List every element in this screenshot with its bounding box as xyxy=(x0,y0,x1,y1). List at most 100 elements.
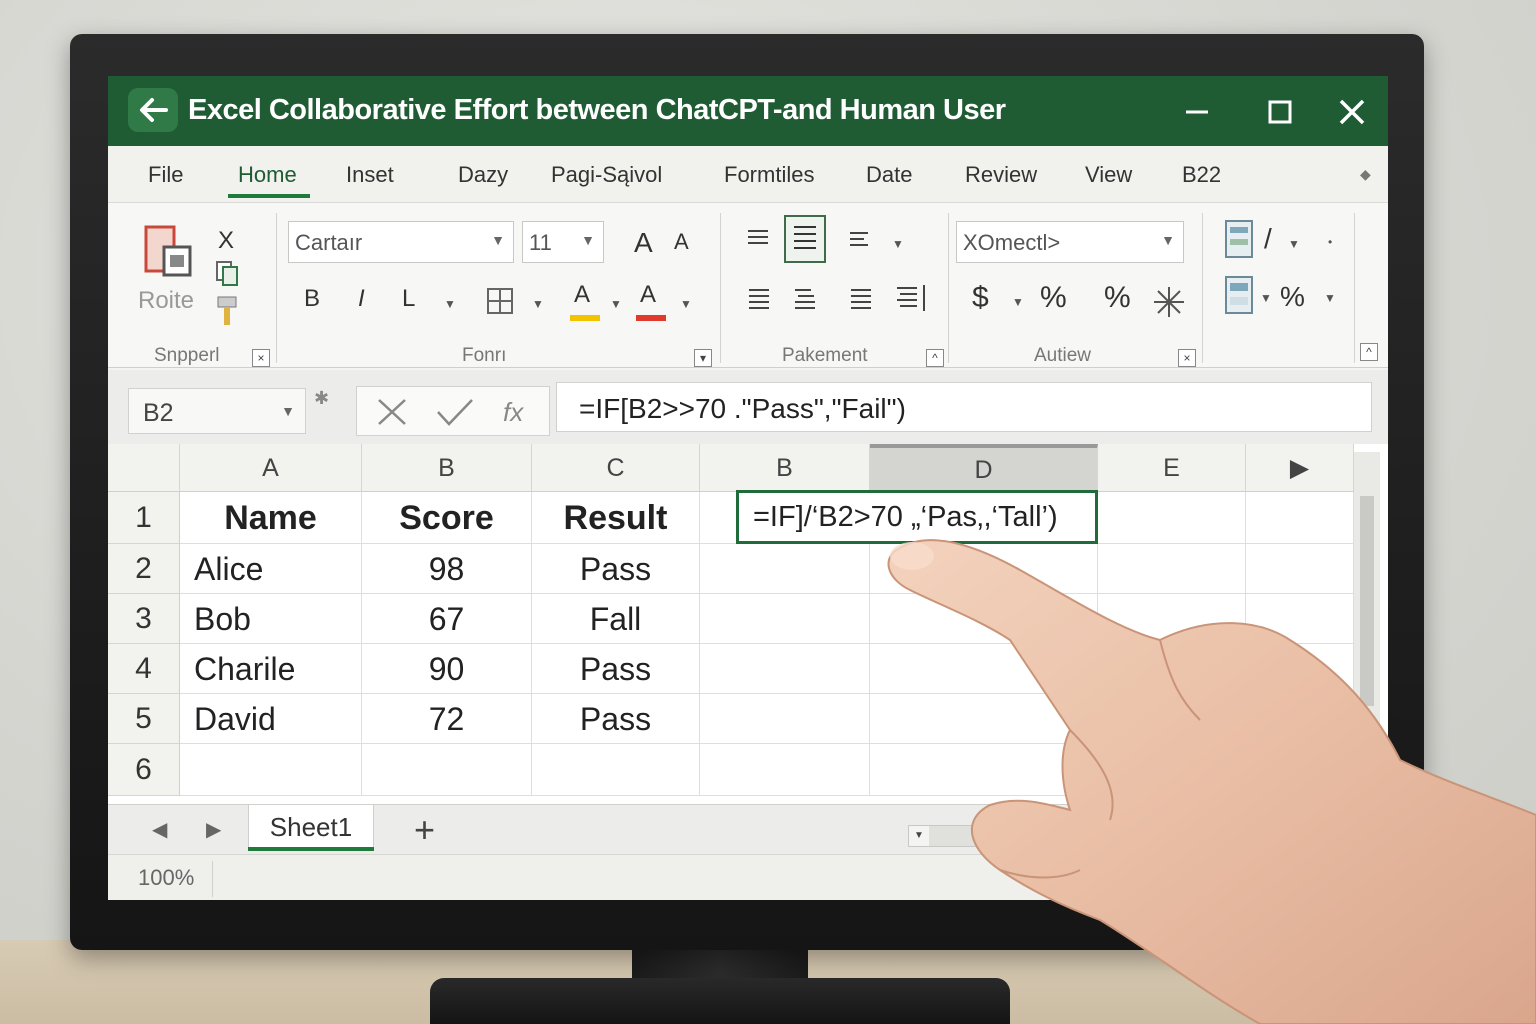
comma-style-button[interactable]: % xyxy=(1104,281,1131,315)
format-painter-icon[interactable] xyxy=(212,295,242,334)
row-header-3[interactable]: 3 xyxy=(108,594,180,644)
paste-icon[interactable] xyxy=(142,221,198,284)
table-cell-result[interactable]: Pass xyxy=(532,644,700,694)
header-cell-score[interactable]: Score xyxy=(362,492,532,544)
chevron-down-icon[interactable]: ▼ xyxy=(532,297,544,311)
table-cell-score[interactable]: 67 xyxy=(362,594,532,644)
select-all-corner[interactable] xyxy=(108,444,180,492)
vertical-scrollbar[interactable] xyxy=(1354,452,1380,792)
font-size-select[interactable]: 11 ▼ xyxy=(522,221,604,263)
sheet-tab-sheet1[interactable]: Sheet1 xyxy=(248,805,374,851)
font-name-select[interactable]: Cartaır ▼ xyxy=(288,221,514,263)
insert-function-icon[interactable]: fx xyxy=(503,397,523,428)
table-cell[interactable] xyxy=(870,744,1098,796)
tab-home[interactable]: Home xyxy=(238,162,297,188)
grow-font-button[interactable]: A xyxy=(634,227,653,259)
table-cell[interactable] xyxy=(1098,492,1246,544)
chevron-down-icon[interactable]: ▼ xyxy=(1260,291,1272,305)
cut-icon[interactable]: X xyxy=(218,227,234,255)
column-header-e[interactable]: E xyxy=(1098,444,1246,492)
back-arrow-icon[interactable] xyxy=(128,88,178,132)
collapse-ribbon-icon[interactable]: ^ xyxy=(1360,343,1378,361)
percent-style-button[interactable]: % xyxy=(1040,281,1067,315)
chevron-down-icon[interactable]: ▼ xyxy=(892,237,904,251)
table-cell[interactable] xyxy=(1098,694,1246,744)
table-cell-name[interactable]: Alice xyxy=(180,544,362,594)
maximize-icon[interactable] xyxy=(1260,92,1300,132)
copy-icon[interactable] xyxy=(214,259,240,292)
underline-button[interactable]: L xyxy=(402,285,415,313)
cell-styles-icon[interactable] xyxy=(1224,275,1254,320)
table-cell[interactable] xyxy=(870,594,1098,644)
tab-insert[interactable]: Inset xyxy=(346,162,394,188)
shrink-font-button[interactable]: A xyxy=(674,229,689,255)
chevron-down-icon[interactable]: ▼ xyxy=(610,297,622,311)
align-center-icon[interactable] xyxy=(792,285,818,316)
tab-b22[interactable]: B22 xyxy=(1182,162,1221,188)
add-sheet-button[interactable]: + xyxy=(414,809,435,851)
table-cell-result[interactable]: Pass xyxy=(532,544,700,594)
number-dialog-launcher-icon[interactable]: × xyxy=(1178,349,1196,367)
row-header-6[interactable]: 6 xyxy=(108,744,180,796)
orientation-icon[interactable] xyxy=(848,229,872,254)
align-middle-icon[interactable] xyxy=(784,215,826,263)
cells-percent-button[interactable]: % xyxy=(1280,281,1305,313)
tab-review[interactable]: Review xyxy=(965,162,1037,188)
align-right-icon[interactable] xyxy=(848,285,874,316)
italic-button[interactable]: I xyxy=(358,285,365,313)
prev-sheet-icon[interactable]: ◀ xyxy=(152,817,167,842)
alignment-dialog-launcher-icon[interactable]: ^ xyxy=(926,349,944,367)
row-header-1[interactable]: 1 xyxy=(108,492,180,544)
table-cell[interactable] xyxy=(180,744,362,796)
scroll-left-icon[interactable]: ▼ xyxy=(909,826,929,846)
header-cell-result[interactable]: Result xyxy=(532,492,700,544)
zoom-level[interactable]: 100% xyxy=(138,865,194,891)
column-header-b[interactable]: B xyxy=(362,444,532,492)
table-cell[interactable] xyxy=(532,744,700,796)
scrollbar-thumb[interactable] xyxy=(1360,496,1374,706)
table-cell[interactable] xyxy=(362,744,532,796)
close-icon[interactable] xyxy=(1332,92,1372,132)
table-cell[interactable] xyxy=(1098,744,1246,796)
tab-formulas[interactable]: Formtiles xyxy=(724,162,814,188)
table-cell-score[interactable]: 90 xyxy=(362,644,532,694)
column-header-c[interactable]: C xyxy=(532,444,700,492)
chevron-down-icon[interactable]: ▼ xyxy=(444,297,456,311)
table-cell-name[interactable]: Charile xyxy=(180,644,362,694)
decimal-icon[interactable] xyxy=(1152,285,1186,324)
column-header-a[interactable]: A xyxy=(180,444,362,492)
tab-file[interactable]: File xyxy=(148,162,183,188)
table-cell-score[interactable]: 72 xyxy=(362,694,532,744)
table-cell[interactable] xyxy=(1098,644,1246,694)
column-header-b2[interactable]: B xyxy=(700,444,870,492)
number-format-select[interactable]: XOmectl> ▼ xyxy=(956,221,1184,263)
table-cell[interactable] xyxy=(1246,594,1354,644)
table-cell[interactable] xyxy=(700,744,870,796)
align-left-icon[interactable] xyxy=(746,285,772,316)
row-header-5[interactable]: 5 xyxy=(108,694,180,744)
borders-icon[interactable] xyxy=(486,287,514,320)
formula-input[interactable]: =IF[B2>>70 ."Pass","Fail") xyxy=(556,382,1372,432)
tab-data[interactable]: Date xyxy=(866,162,912,188)
table-cell-name[interactable]: Bob xyxy=(180,594,362,644)
table-cell[interactable] xyxy=(700,644,870,694)
table-cell[interactable] xyxy=(870,694,1098,744)
font-color-button[interactable]: A xyxy=(636,281,668,325)
fill-color-button[interactable]: A xyxy=(570,281,602,325)
more-options-icon[interactable]: • xyxy=(1328,235,1332,249)
table-cell[interactable] xyxy=(1098,544,1246,594)
table-cell[interactable] xyxy=(1098,594,1246,644)
table-cell[interactable] xyxy=(1246,544,1354,594)
table-cell-result[interactable]: Pass xyxy=(532,694,700,744)
bold-button[interactable]: B xyxy=(304,285,320,313)
table-cell[interactable] xyxy=(700,544,870,594)
table-cell[interactable] xyxy=(700,594,870,644)
column-header-d[interactable]: D xyxy=(870,444,1098,492)
merge-center-icon[interactable] xyxy=(894,283,928,318)
active-cell-editor[interactable]: =IF]/‘B2>70 „‘Pas‚,‘Tall’) xyxy=(736,490,1098,544)
chevron-down-icon[interactable]: ▼ xyxy=(1324,291,1336,305)
styles-button[interactable]: / xyxy=(1264,223,1272,255)
clipboard-dialog-launcher-icon[interactable]: × xyxy=(252,349,270,367)
tab-dazy[interactable]: Dazy xyxy=(458,162,508,188)
chevron-down-icon[interactable]: ▼ xyxy=(680,297,692,311)
